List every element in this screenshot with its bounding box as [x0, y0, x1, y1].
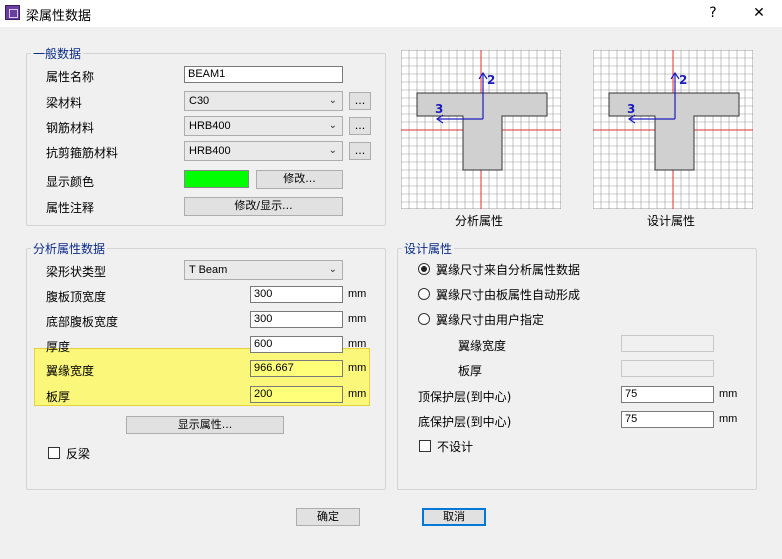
color-modify-button[interactable]: 修改... — [256, 170, 343, 189]
top-cover-label: 顶保护层(到中心) — [418, 390, 512, 404]
top-web-label: 腹板顶宽度 — [46, 290, 107, 304]
reverse-beam-checkbox[interactable] — [48, 447, 60, 459]
axis-2-label: 2 — [679, 73, 687, 87]
unit-label: mm — [719, 413, 738, 425]
axis-2-label: 2 — [487, 73, 495, 87]
top-web-input[interactable]: 300 — [250, 286, 343, 303]
shape-value: T Beam — [189, 264, 228, 276]
design-flange-width-input[interactable] — [621, 335, 714, 352]
cancel-button[interactable]: 取消 — [422, 508, 486, 526]
flange-width-input[interactable]: 966.667 — [250, 360, 343, 377]
design-section-diagram: 2 3 — [593, 50, 753, 209]
analysis-diagram-caption: 分析属性 — [455, 214, 504, 228]
design-slab-input[interactable] — [621, 360, 714, 377]
close-button[interactable]: ✕ — [744, 3, 774, 23]
flange-from-slab-label: 翼缘尺寸由板属性自动形成 — [436, 288, 581, 302]
bottom-cover-label: 底保护层(到中心) — [418, 415, 512, 429]
flange-user-label: 翼缘尺寸由用户指定 — [436, 313, 545, 327]
analysis-section-diagram: 2 3 — [401, 50, 561, 209]
help-button[interactable]: ? — [698, 3, 728, 23]
note-label: 属性注释 — [46, 201, 95, 215]
rebar-value: HRB400 — [189, 120, 231, 132]
design-slab-label: 板厚 — [458, 364, 483, 378]
rebar-browse-button[interactable]: ... — [349, 117, 371, 135]
flange-from-analysis-radio[interactable] — [418, 263, 430, 275]
analysis-legend: 分析属性数据 — [33, 242, 106, 256]
rebar-label: 钢筋材料 — [46, 121, 95, 135]
bottom-web-input[interactable]: 300 — [250, 311, 343, 328]
stirrup-browse-button[interactable]: ... — [349, 142, 371, 160]
axis-3-label: 3 — [627, 102, 635, 116]
material-value: C30 — [189, 95, 210, 107]
chevron-down-icon: ⌄ — [328, 264, 337, 275]
flange-from-slab-radio[interactable] — [418, 288, 430, 300]
no-design-checkbox[interactable] — [419, 440, 431, 452]
show-properties-button[interactable]: 显示属性... — [126, 416, 284, 434]
chevron-down-icon: ⌄ — [328, 95, 337, 106]
design-legend: 设计属性 — [404, 242, 453, 256]
window-title: 梁属性数据 — [26, 9, 92, 24]
reverse-beam-label: 反梁 — [66, 447, 91, 461]
flange-width-label: 翼缘宽度 — [46, 364, 95, 378]
note-modify-button[interactable]: 修改/显示... — [184, 197, 343, 216]
title-bar — [0, 0, 782, 27]
name-label: 属性名称 — [46, 70, 95, 84]
bottom-web-label: 底部腹板宽度 — [46, 315, 119, 329]
material-label: 梁材料 — [46, 96, 83, 110]
chevron-down-icon: ⌄ — [328, 120, 337, 131]
depth-label: 厚度 — [46, 340, 71, 354]
slab-label: 板厚 — [46, 390, 71, 404]
ok-button[interactable]: 确定 — [296, 508, 360, 526]
axis-3-label: 3 — [435, 102, 443, 116]
unit-label: mm — [348, 338, 367, 350]
color-swatch — [184, 170, 249, 188]
unit-label: mm — [348, 288, 367, 300]
flange-user-radio[interactable] — [418, 313, 430, 325]
name-input[interactable]: BEAM1 — [184, 66, 343, 83]
slab-input[interactable]: 200 — [250, 386, 343, 403]
shape-label: 梁形状类型 — [46, 265, 107, 279]
design-diagram-caption: 设计属性 — [647, 214, 696, 228]
unit-label: mm — [348, 313, 367, 325]
color-label: 显示颜色 — [46, 175, 95, 189]
depth-input[interactable]: 600 — [250, 336, 343, 353]
unit-label: mm — [348, 388, 367, 400]
unit-label: mm — [348, 362, 367, 374]
unit-label: mm — [719, 388, 738, 400]
shape-select[interactable]: T Beam ⌄ — [184, 260, 343, 280]
top-cover-input[interactable]: 75 — [621, 386, 714, 403]
stirrup-label: 抗剪箍筋材料 — [46, 146, 119, 160]
design-flange-width-label: 翼缘宽度 — [458, 339, 507, 353]
material-browse-button[interactable]: ... — [349, 92, 371, 110]
material-select[interactable]: C30 ⌄ — [184, 91, 343, 111]
stirrup-value: HRB400 — [189, 145, 231, 157]
bottom-cover-input[interactable]: 75 — [621, 411, 714, 428]
rebar-select[interactable]: HRB400 ⌄ — [184, 116, 343, 136]
chevron-down-icon: ⌄ — [328, 145, 337, 156]
app-icon — [5, 5, 20, 20]
no-design-label: 不设计 — [437, 440, 474, 454]
stirrup-select[interactable]: HRB400 ⌄ — [184, 141, 343, 161]
general-legend: 一般数据 — [33, 47, 82, 61]
flange-from-analysis-label: 翼缘尺寸来自分析属性数据 — [436, 263, 581, 277]
